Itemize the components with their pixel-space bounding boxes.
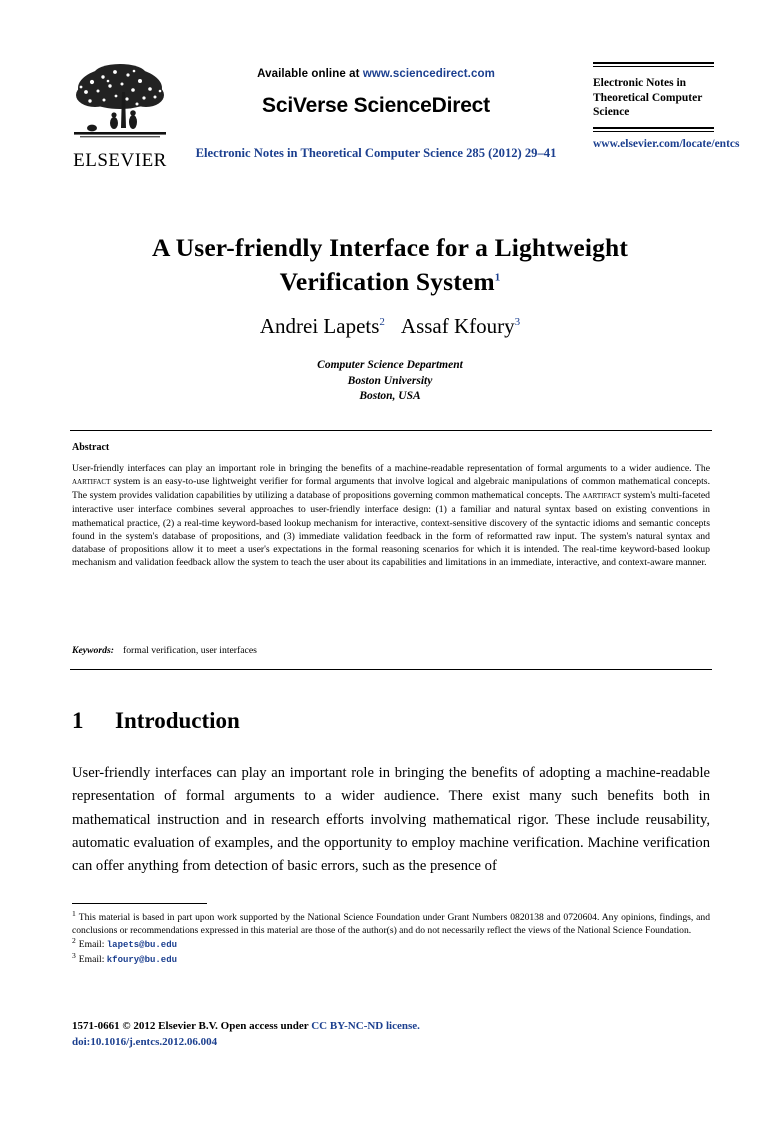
- affiliation-line: Boston, USA: [359, 390, 421, 403]
- masthead-top-rule: [593, 62, 714, 67]
- footnote-email-label: Email:: [78, 939, 105, 951]
- footnote-separator-rule: [72, 903, 207, 904]
- section-heading-introduction: 1 Introduction: [72, 708, 240, 734]
- footnote-item: 1 This material is based in part upon wor…: [72, 908, 710, 937]
- abstract-top-rule: [70, 430, 712, 431]
- system-name: aartifact: [72, 476, 111, 488]
- doi-link[interactable]: doi:10.1016/j.entcs.2012.06.004: [72, 1035, 710, 1051]
- title-line-1: A User-friendly Interface for a Lightwei…: [152, 233, 628, 263]
- journal-reference-line[interactable]: Electronic Notes in Theoretical Computer…: [186, 146, 566, 161]
- section-number: 1: [72, 708, 84, 733]
- footnote-email-label: Email:: [78, 953, 105, 965]
- title-footnote-marker[interactable]: 1: [495, 271, 501, 283]
- author-footnote-marker[interactable]: 3: [515, 316, 521, 328]
- page-title: A User-friendly Interface for a Lightwei…: [72, 231, 708, 299]
- author-email-link[interactable]: kfoury@bu.edu: [107, 955, 177, 965]
- footnote-item: 2 Email: lapets@bu.edu: [72, 936, 710, 951]
- journal-title: Electronic Notes in Theoretical Computer…: [593, 77, 703, 119]
- available-online-prefix: Available online at: [257, 68, 360, 80]
- keywords-line: Keywords: formal verification, user inter…: [72, 645, 710, 656]
- footnote-list: 1 This material is based in part upon wor…: [72, 908, 710, 967]
- author-name: Andrei Lapets: [259, 314, 380, 338]
- footnote-marker: 2: [72, 936, 76, 946]
- system-name: aartifact: [582, 490, 621, 502]
- affiliation-line: Boston University: [347, 374, 433, 387]
- footnote-item: 3 Email: kfoury@bu.edu: [72, 950, 710, 966]
- footnote-marker: 1: [72, 908, 76, 918]
- license-link[interactable]: CC BY-NC-ND license.: [311, 1020, 420, 1032]
- affiliation-line: Computer Science Department: [317, 359, 463, 371]
- keywords-label: Keywords:: [72, 645, 114, 656]
- copyright-notice: 1571-0661 © 2012 Elsevier B.V. Open acce…: [72, 1020, 312, 1032]
- author-list: Andrei Lapets2 Assaf Kfoury3: [72, 314, 708, 339]
- abstract-heading: Abstract: [72, 442, 110, 453]
- copyright-block: 1571-0661 © 2012 Elsevier B.V. Open acce…: [72, 1019, 710, 1051]
- available-online-line: Available online at www.sciencedirect.co…: [186, 68, 566, 80]
- title-line-2: Verification System: [279, 266, 495, 296]
- journal-masthead: Electronic Notes in Theoretical Computer…: [593, 62, 739, 150]
- journal-homepage-url[interactable]: www.elsevier.com/locate/entcs: [593, 138, 739, 150]
- affiliation-block: Computer Science Department Boston Unive…: [72, 358, 708, 405]
- sciencedirect-block: Available online at www.sciencedirect.co…: [186, 68, 566, 118]
- footnote-text: This material is based in part upon work…: [72, 912, 710, 937]
- author-name: Assaf Kfoury: [400, 314, 515, 338]
- section-title: Introduction: [115, 708, 240, 733]
- abstract-text-part-3: system's multi-faceted interactive user …: [72, 490, 710, 569]
- elsevier-tree-icon: [74, 64, 166, 138]
- footnote-marker: 3: [72, 950, 76, 960]
- copyright-line: 1571-0661 © 2012 Elsevier B.V. Open acce…: [72, 1019, 710, 1035]
- paper-page: ELSEVIER Available online at www.science…: [0, 0, 780, 1134]
- sciencedirect-url-link[interactable]: www.sciencedirect.com: [363, 68, 495, 80]
- elsevier-logo: ELSEVIER: [66, 62, 174, 170]
- masthead-bottom-rule: [593, 127, 714, 133]
- abstract-text: User-friendly interfaces can play an imp…: [72, 462, 710, 569]
- abstract-text-part-1: User-friendly interfaces can play an imp…: [72, 463, 710, 474]
- elsevier-wordmark: ELSEVIER: [73, 150, 167, 171]
- section-paragraph: User-friendly interfaces can play an imp…: [72, 765, 710, 875]
- author-email-link[interactable]: lapets@bu.edu: [107, 940, 177, 950]
- keywords-value: formal verification, user interfaces: [122, 645, 257, 656]
- abstract-bottom-rule: [70, 669, 712, 670]
- sciverse-sciencedirect-brand: SciVerse ScienceDirect: [262, 94, 490, 117]
- journal-header: ELSEVIER Available online at www.science…: [66, 62, 739, 182]
- author-footnote-marker[interactable]: 2: [379, 316, 385, 328]
